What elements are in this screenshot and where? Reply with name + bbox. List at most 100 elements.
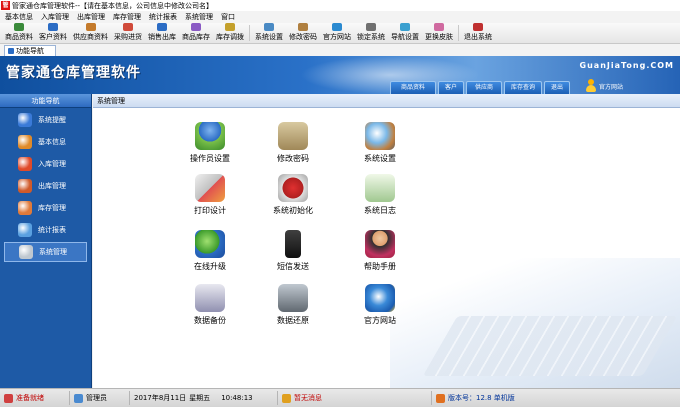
toolbar-separator (458, 25, 459, 41)
function-settings-button[interactable]: 系统设置 (345, 122, 415, 164)
sidebar-item-system-reminder[interactable]: 系统提醒 (4, 110, 87, 130)
function-backup-button[interactable]: 数据备份 (175, 284, 245, 326)
function-init-button[interactable]: 系统初始化 (258, 174, 328, 216)
basic-info-icon (18, 135, 32, 149)
menu-outbound[interactable]: 出库管理 (73, 12, 109, 22)
skin-icon (434, 23, 444, 31)
banner-tab-stock-query[interactable]: 库存查询 (504, 81, 542, 94)
content-panel: 系统管理 操作员设置 修改密码 系统设置打印设计 系统初始化 系统日志在线升级 短信发送 帮… (93, 94, 680, 388)
nav-tab-label: 功能导航 (16, 47, 44, 55)
toolbar-skin-button[interactable]: 更换皮肤 (422, 22, 456, 43)
content-header: 系统管理 (93, 94, 680, 108)
function-log-button[interactable]: 系统日志 (345, 174, 415, 216)
log-icon (365, 174, 395, 202)
toolbar-website-button[interactable]: 官方网站 (320, 22, 354, 43)
status-version-text: 版本号：12.8 单机版 (448, 394, 515, 402)
ie-icon (365, 284, 395, 312)
user-icon (74, 393, 83, 403)
sidebar-item-outbound[interactable]: 出库管理 (4, 176, 87, 196)
toolbar-nav-settings-button[interactable]: 导航设置 (388, 22, 422, 43)
function-label: 修改密码 (277, 154, 309, 163)
toolbar-purchase-button[interactable]: 采购进货 (111, 22, 145, 43)
products-icon (14, 23, 24, 31)
toolbar-sales-button[interactable]: 销售出库 (145, 22, 179, 43)
toolbar-label: 系统设置 (255, 33, 283, 41)
sidebar-item-label: 入库管理 (38, 160, 66, 168)
function-nav-tab[interactable]: 功能导航 (4, 45, 56, 56)
menu-reports[interactable]: 统计报表 (145, 12, 181, 22)
system-management-icon (19, 245, 33, 259)
toolbar-settings-button[interactable]: 系统设置 (252, 22, 286, 43)
toolbar-stock-button[interactable]: 商品库存 (179, 22, 213, 43)
toolbar-products-button[interactable]: 商品资料 (2, 22, 36, 43)
toolbar-label: 退出系统 (464, 33, 492, 41)
sidebar-item-basic-info[interactable]: 基本信息 (4, 132, 87, 152)
official-site-link[interactable]: 官方网站 (585, 79, 623, 93)
toolbar-exit-button[interactable]: 退出系统 (461, 22, 495, 43)
function-operator-button[interactable]: 操作员设置 (175, 122, 245, 164)
purchase-icon (123, 23, 133, 31)
status-message[interactable]: 暂无消息 (278, 391, 432, 405)
nav-strip: 功能导航 (0, 44, 680, 56)
function-printer-button[interactable]: 打印设计 (175, 174, 245, 216)
sidebar-item-inbound[interactable]: 入库管理 (4, 154, 87, 174)
toolbar-lock-button[interactable]: 锁定系统 (354, 22, 388, 43)
function-help-button[interactable]: 帮助手册 (345, 230, 415, 272)
function-label: 短信发送 (277, 262, 309, 271)
nav-settings-icon (400, 23, 410, 31)
sidebar-item-label: 统计报表 (38, 226, 66, 234)
suppliers-icon (85, 23, 96, 31)
banner-tabs: 商品资料 客户 供应商 库存查询 退出 (390, 81, 570, 94)
settings-icon (365, 122, 395, 150)
menu-system[interactable]: 系统管理 (181, 12, 217, 22)
upgrade-icon (195, 230, 225, 258)
banner-tab-suppliers[interactable]: 供应商 (466, 81, 502, 94)
toolbar-label: 库存调拨 (216, 33, 244, 41)
system-reminder-icon (18, 113, 32, 127)
status-datetime: 2017年8月11日 星期五 10:48:13 (130, 391, 278, 405)
toolbar-label: 供应商资料 (73, 33, 108, 41)
status-user-text: 管理员 (86, 394, 107, 402)
window-title: 管家通仓库管理软件--【请在基本信息，公司信息中修改公司名】 (12, 1, 214, 10)
menu-inventory[interactable]: 库存管理 (109, 12, 145, 22)
banner-tab-customers[interactable]: 客户 (438, 81, 464, 94)
status-db: 准备就绪 (0, 391, 70, 405)
status-weekday: 星期五 (189, 394, 211, 402)
app-icon: 管 (1, 1, 10, 10)
lock-icon (366, 23, 376, 31)
sidebar-item-inventory[interactable]: 库存管理 (4, 198, 87, 218)
site-url: GuanJiaTong.COM (579, 61, 674, 70)
toolbar-password-button[interactable]: 修改密码 (286, 22, 320, 43)
sidebar-item-label: 系统管理 (39, 248, 67, 256)
status-date: 2017年8月11日 (134, 394, 187, 402)
sidebar-item-reports[interactable]: 统计报表 (4, 220, 87, 240)
inbound-icon (18, 157, 32, 171)
sidebar-item-label: 系统提醒 (38, 116, 66, 124)
person-icon (585, 79, 597, 93)
function-label: 官方网站 (364, 316, 396, 325)
banner-tab-exit[interactable]: 退出 (544, 81, 570, 94)
help-icon (365, 230, 395, 258)
function-password-button[interactable]: 修改密码 (258, 122, 328, 164)
menu-inbound[interactable]: 入库管理 (37, 12, 73, 22)
toolbar-suppliers-button[interactable]: 供应商资料 (70, 22, 111, 43)
function-label: 打印设计 (194, 206, 226, 215)
function-label: 系统设置 (364, 154, 396, 163)
menu-basic-info[interactable]: 基本信息 (1, 12, 37, 22)
toolbar-customers-button[interactable]: 客户资料 (36, 22, 70, 43)
sidebar-item-system-management[interactable]: 系统管理 (4, 242, 87, 262)
version-icon (436, 393, 445, 403)
function-restore-button[interactable]: 数据还原 (258, 284, 328, 326)
password-icon (298, 23, 308, 31)
toolbar-label: 采购进货 (114, 33, 142, 41)
sidebar-item-label: 库存管理 (38, 204, 66, 212)
banner-tab-products[interactable]: 商品资料 (390, 81, 436, 94)
function-ie-button[interactable]: 官方网站 (345, 284, 415, 326)
sidebar-item-label: 基本信息 (38, 138, 66, 146)
toolbar-label: 商品资料 (5, 33, 33, 41)
function-upgrade-button[interactable]: 在线升级 (175, 230, 245, 272)
transfer-icon (225, 23, 235, 31)
menu-window[interactable]: 窗口 (217, 12, 239, 22)
toolbar-transfer-button[interactable]: 库存调拨 (213, 22, 247, 43)
function-phone-button[interactable]: 短信发送 (258, 230, 328, 272)
